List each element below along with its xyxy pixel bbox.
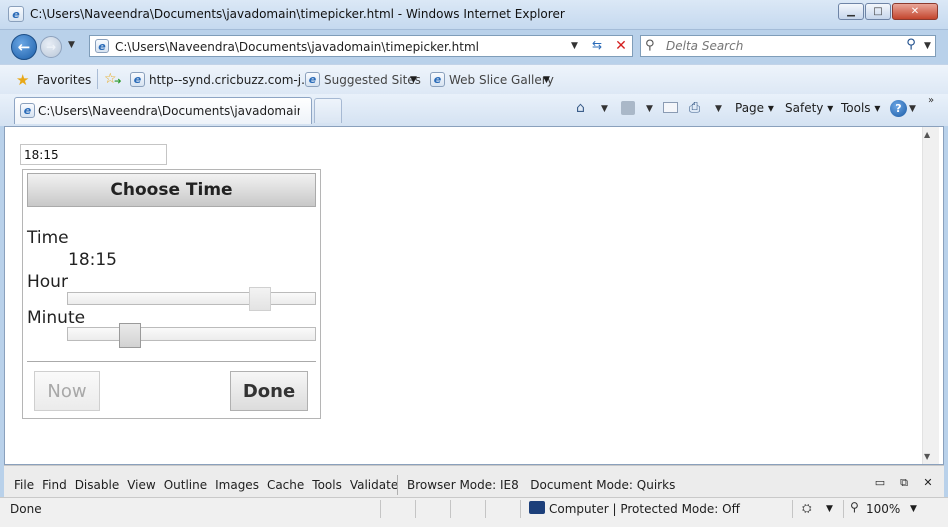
browser-mode-value[interactable]: IE8: [500, 478, 519, 492]
tools-menu-label: Tools: [841, 101, 871, 115]
minute-slider-handle[interactable]: [119, 323, 141, 348]
address-dropdown-icon[interactable]: ▼: [571, 41, 578, 51]
search-icon[interactable]: ⚲: [902, 37, 920, 55]
document-mode-value[interactable]: Quirks: [637, 478, 676, 492]
dev-menu-outline[interactable]: Outline: [164, 478, 207, 492]
recent-pages-dropdown-icon[interactable]: ▼: [68, 40, 75, 50]
ie-page-icon: e: [20, 103, 35, 118]
favorite-link-web-slice-gallery[interactable]: Web Slice Gallery: [449, 73, 554, 87]
protected-mode-icon[interactable]: ⛭: [802, 501, 812, 516]
time-input[interactable]: [20, 144, 167, 165]
dev-undock-icon[interactable]: ⧉: [896, 476, 912, 490]
computer-zone-icon: [529, 501, 545, 514]
dev-close-icon[interactable]: ✕: [920, 476, 936, 490]
print-icon[interactable]: ⎙: [689, 100, 700, 116]
dev-menu-disable[interactable]: Disable: [75, 478, 120, 492]
favorite-link-cricbuzz[interactable]: http--synd.cricbuzz.com-j...: [149, 73, 313, 87]
dev-menu-find[interactable]: Find: [42, 478, 67, 492]
zoom-icon[interactable]: ⚲: [850, 500, 859, 514]
print-dropdown-icon[interactable]: ▼: [715, 104, 722, 114]
page-menu-label: Page: [735, 101, 765, 115]
ie-logo-icon: e: [8, 6, 24, 22]
separator: [792, 500, 793, 518]
close-button[interactable]: ✕: [892, 3, 938, 20]
scroll-up-icon[interactable]: ▲: [924, 130, 930, 139]
favorite-link-suggested-sites[interactable]: Suggested Sites: [324, 73, 421, 87]
zoom-level[interactable]: 100%: [866, 502, 900, 516]
document-mode-label[interactable]: Document Mode:: [530, 478, 633, 492]
dev-menu-file[interactable]: File: [14, 478, 34, 492]
hour-slider[interactable]: [67, 292, 316, 305]
dev-modes: Browser Mode: IE8 Document Mode: Quirks: [407, 478, 675, 492]
separator: [397, 475, 398, 495]
ie-page-icon: e: [430, 72, 445, 87]
vertical-scrollbar[interactable]: [922, 127, 939, 464]
help-dropdown-icon[interactable]: ▼: [909, 104, 916, 114]
tools-menu[interactable]: Tools ▾: [841, 101, 880, 115]
hour-slider-handle[interactable]: [249, 287, 271, 311]
protected-mode-dropdown-icon[interactable]: ▼: [826, 504, 833, 514]
compat-refresh-icon[interactable]: ⇆: [588, 38, 606, 54]
page-icon: e: [95, 39, 109, 53]
search-options-dropdown-icon[interactable]: ▼: [924, 41, 931, 51]
done-button[interactable]: Done: [230, 371, 308, 411]
status-text: Done: [10, 502, 42, 516]
now-button[interactable]: Now: [34, 371, 100, 411]
browser-mode-label[interactable]: Browser Mode:: [407, 478, 496, 492]
time-value: 18:15: [68, 250, 117, 270]
separator: [843, 500, 844, 518]
dev-menu-view[interactable]: View: [127, 478, 155, 492]
web-slice-dropdown-icon[interactable]: ▼: [543, 75, 550, 85]
favorites-button[interactable]: Favorites: [37, 73, 91, 87]
minute-slider[interactable]: [67, 327, 316, 341]
feeds-icon[interactable]: [621, 101, 635, 115]
chevron-right-icon[interactable]: »: [928, 95, 934, 106]
separator: [97, 69, 98, 89]
separator: [485, 500, 486, 518]
address-url[interactable]: C:\Users\Naveendra\Documents\javadomain\…: [115, 40, 479, 54]
forward-button[interactable]: →: [40, 36, 62, 58]
dev-menu-cache[interactable]: Cache: [267, 478, 304, 492]
time-label: Time: [27, 228, 69, 248]
feeds-dropdown-icon[interactable]: ▼: [646, 104, 653, 114]
separator: [520, 500, 521, 518]
add-arrow-icon: ➜: [114, 77, 122, 87]
separator: [380, 500, 381, 518]
hour-label: Hour: [27, 272, 68, 292]
dev-menu-images[interactable]: Images: [215, 478, 259, 492]
safety-menu[interactable]: Safety ▾: [785, 101, 833, 115]
ie-page-icon: e: [305, 72, 320, 87]
dev-menu-validate[interactable]: Validate: [350, 478, 398, 492]
picker-header: Choose Time: [27, 173, 316, 207]
suggested-sites-dropdown-icon[interactable]: ▼: [410, 75, 417, 85]
separator: [415, 500, 416, 518]
home-dropdown-icon[interactable]: ▼: [601, 104, 608, 114]
maximize-button[interactable]: □: [865, 3, 891, 20]
favorites-star-icon[interactable]: ★: [16, 71, 29, 89]
stop-icon[interactable]: ✕: [612, 37, 630, 55]
home-icon[interactable]: ⌂: [576, 100, 585, 116]
scroll-down-icon[interactable]: ▼: [924, 452, 930, 461]
dev-menu-tools[interactable]: Tools: [312, 478, 342, 492]
developer-tools-menu: File Find Disable View Outline Images Ca…: [14, 478, 406, 492]
dev-minimize-icon[interactable]: ▭: [872, 476, 888, 490]
tab-label[interactable]: C:\Users\Naveendra\Documents\javadomain\…: [38, 104, 300, 118]
page-menu[interactable]: Page ▾: [735, 101, 774, 115]
minute-label: Minute: [27, 308, 86, 328]
security-zone[interactable]: Computer | Protected Mode: Off: [549, 502, 740, 516]
divider: [27, 361, 316, 362]
safety-menu-label: Safety: [785, 101, 824, 115]
ie-page-icon: e: [130, 72, 145, 87]
new-tab-button[interactable]: [314, 98, 342, 123]
separator: [450, 500, 451, 518]
back-button[interactable]: ←: [11, 34, 37, 60]
search-provider-icon: ⚲: [645, 38, 655, 53]
window-title: C:\Users\Naveendra\Documents\javadomain\…: [30, 7, 565, 21]
search-input[interactable]: [664, 37, 894, 55]
help-icon[interactable]: ?: [890, 100, 907, 117]
zoom-dropdown-icon[interactable]: ▼: [910, 504, 917, 514]
read-mail-icon[interactable]: [663, 102, 678, 113]
minimize-button[interactable]: ▁: [838, 3, 864, 20]
